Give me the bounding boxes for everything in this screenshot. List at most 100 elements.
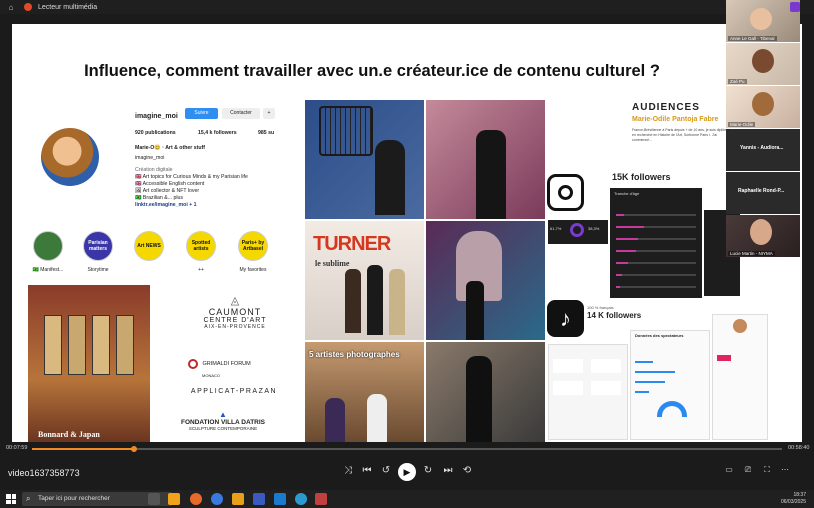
instagram-icon [547,174,584,211]
participant-video[interactable]: Anne Le Gall - Tibenal [726,0,800,42]
add-user-icon[interactable]: + [263,108,275,119]
clock-time: 18:37 [793,492,806,498]
cast-icon[interactable]: ⎚ [741,465,755,475]
participant-menu-icon[interactable] [790,2,800,12]
window-title-bar: ⌂ Lecteur multimédia [0,0,814,14]
profile-bio-line: 🇬🇧 Art topics for Curious Minds & my Par… [135,174,248,180]
firefox-icon[interactable] [190,493,202,505]
applicat-logo: APPLICAT-PRAZAN [190,388,278,395]
subtitles-icon[interactable]: ▭ [722,465,736,474]
tiktok-followers: 14 K followers [587,311,642,320]
search-icon: ⌕ [26,494,31,503]
seek-bar-fill [32,448,134,450]
portrait-photo [426,221,545,340]
birdcage-photo [305,100,424,219]
profile-bio-line: 🖼 Art collector & NFT lover [135,188,200,194]
profile-followers: 15,4 k followers [198,130,237,136]
presentation-slide: Influence, comment travailler avec un.e … [12,24,802,442]
profile-bio-line: 🇬🇧 Accessible English content [135,181,205,187]
clock-date: 06/03/2025 [780,499,806,505]
play-button[interactable]: ▶ [398,463,416,481]
highlight-circle[interactable] [33,231,63,261]
dresses-photo [426,100,545,219]
highlight-label: My favorites [239,267,267,273]
mail-icon[interactable] [274,493,286,505]
start-button[interactable] [6,494,16,504]
total-time: 00:58:40 [788,445,810,451]
participant-name: Lucie Martin - NIYMA [728,251,775,256]
tiktok-stats-panel [548,344,628,440]
profile-following: 985 su [258,130,275,136]
app-icon[interactable] [232,493,244,505]
window-title: Lecteur multimédia [38,3,98,11]
profile-handle: imagine_moi [135,155,165,161]
villa-datris-logo: ▲ FONDATION VILLA DATRIS SCULPTURE CONTE… [180,410,265,431]
audiences-heading: AUDIENCES [632,102,700,113]
participant-name: Zoé Pu [728,79,747,84]
task-view-icon[interactable] [148,493,160,505]
highlight-label: ++ [198,267,204,273]
tiktok-icon: ♪ [547,300,584,337]
contact-button[interactable]: Contacter [222,108,260,119]
media-player-icon [24,3,32,11]
highlight-circle[interactable]: Spotted artists [186,231,216,261]
profile-publications: 920 publications [135,130,176,136]
audiences-subheading: Marie-Odile Pantoja Fabre [632,116,719,123]
profile-username: imagine_moi [135,113,178,120]
previous-icon[interactable]: ⏮ [360,465,374,476]
slide-title: Influence, comment travailler avec un.e … [84,62,660,80]
highlight-circle[interactable]: Parisian matters [83,231,113,261]
participant-video[interactable]: Raphaelle Rond-P... [726,172,800,214]
participant-video[interactable]: Zoé Pu [726,43,800,85]
elapsed-time: 00:07:59 [6,445,28,451]
profile-avatar [41,128,99,186]
participant-video[interactable]: Lucie Martin - NIYMA [726,215,800,257]
edge-icon[interactable] [295,493,307,505]
instagram-followers: 15K followers [612,172,671,182]
highlight-circle[interactable]: Art NEWS [134,231,164,261]
more-options-icon[interactable]: ⋯ [778,465,792,474]
bonnard-photo: Bonnard & Japan [28,285,150,442]
media-player-taskbar-icon[interactable] [315,493,327,505]
shuffle-icon[interactable]: ⤨ [341,465,355,476]
gallery-photo [426,342,545,442]
participant-name: Raphaelle Rond-P... [738,188,785,194]
gender-split-panel: 61,7% 38,3% [548,220,608,244]
fullscreen-icon[interactable]: ⛶ [760,465,774,475]
follow-button[interactable]: Suivre [185,108,218,119]
next-icon[interactable]: ⏭ [441,465,455,476]
rewind-10-icon[interactable]: ↺ [379,465,393,476]
highlight-circle[interactable]: Paris+ by Artbasel [238,231,268,261]
search-placeholder: Taper ici pour rechercher [38,495,110,502]
windows-taskbar: ⌕ Taper ici pour rechercher 18:37 06/03/… [0,490,814,508]
highlight-label: 🇧🇷 Manifest... [32,267,64,273]
tiktok-note: 100 % français [587,305,614,310]
repeat-icon[interactable]: ⟲ [460,465,474,476]
seek-bar-handle[interactable] [131,446,137,452]
profile-link[interactable]: linktr.ee/imagine_moi + 1 [135,202,197,208]
participant-name: Anne Le Gall - Tibenal [728,36,777,41]
age-bracket-panel: Tranche d'âge [610,188,702,298]
highlight-label: Storytime [87,267,109,273]
home-icon[interactable]: ⌂ [6,2,16,12]
video-filename: video1637358773 [8,468,80,478]
turner-photo: TURNER le sublime [305,221,424,340]
spectator-data-panel: Données des spectateurs [630,330,710,440]
profile-category: Création digitale [135,167,173,173]
forward-30-icon[interactable]: ↻ [421,465,435,476]
grimaldi-logo: GRIMALDI FORUM MONACO [188,355,258,378]
caumont-logo: ◬ CAUMONT CENTRE D'ART AIX-EN-PROVENCE [203,295,267,330]
photographers-photo: 5 artistes photographes [305,342,424,442]
profile-name: Marie-O😊 · Art & other stuff [135,145,205,151]
profile-bio-line: 🇧🇷 Brazilian &... plus [135,195,183,201]
file-explorer-icon[interactable] [168,493,180,505]
taskbar-clock[interactable]: 18:37 06/03/2025 [781,492,806,506]
teams-icon[interactable] [253,493,265,505]
seek-bar[interactable] [32,446,782,452]
participant-video[interactable]: Yannis - Audiora... [726,129,800,171]
bonnard-caption: Bonnard & Japan [38,430,100,439]
tiktok-profile-panel [712,314,768,440]
participant-video[interactable]: Marie-Odile [726,86,800,128]
chrome-icon[interactable] [211,493,223,505]
participant-name: Marie-Odile [728,122,756,127]
